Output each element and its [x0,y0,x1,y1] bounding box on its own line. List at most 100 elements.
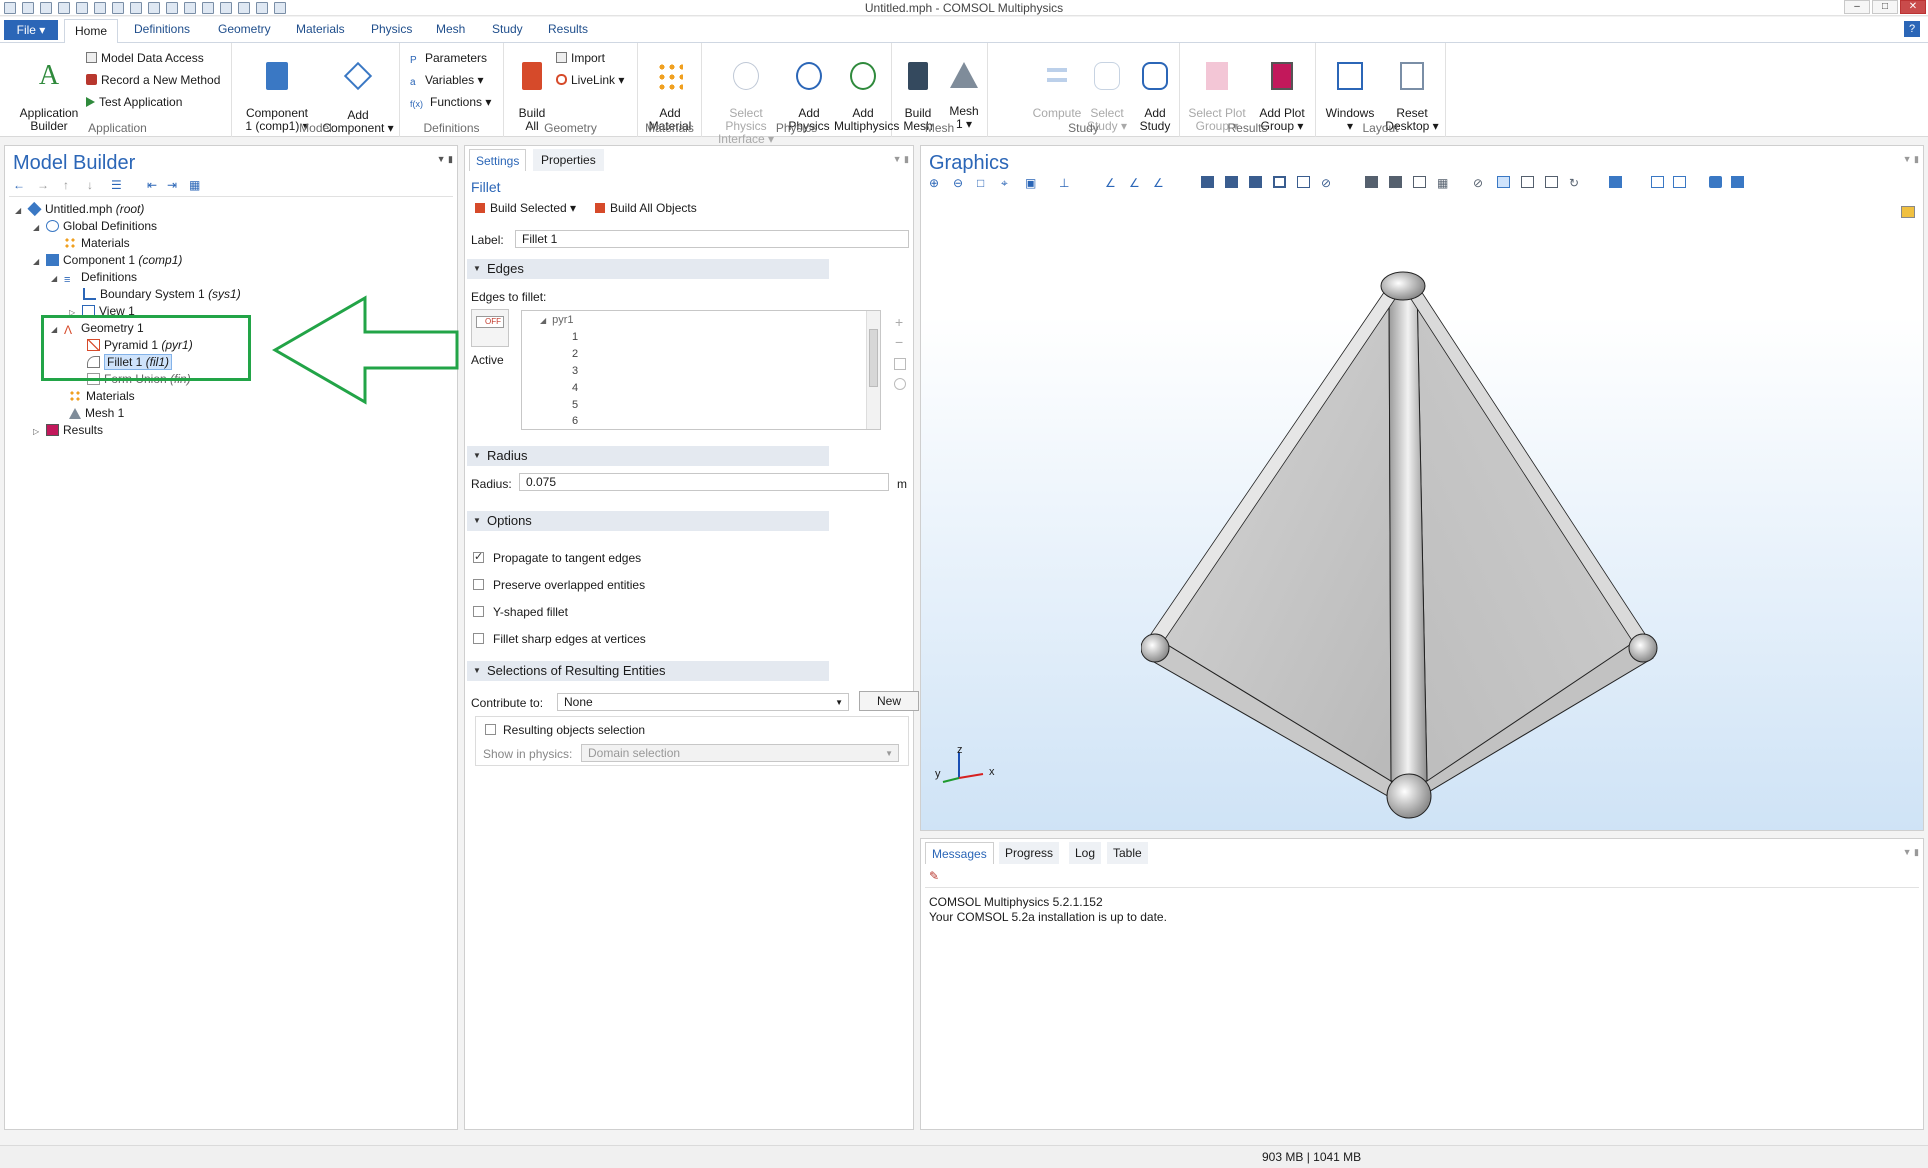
expand-arrow-icon[interactable]: ◢ [33,223,43,232]
camera-icon[interactable] [1709,176,1722,188]
tab-messages[interactable]: Messages [925,842,994,864]
clear-selection-icon[interactable] [894,358,906,370]
minimize-button[interactable]: – [1844,0,1870,14]
expand-arrow-icon[interactable]: ◢ [33,257,43,266]
hide-icon[interactable] [1365,176,1378,188]
scrollbar-thumb[interactable] [869,329,878,387]
tree-node-root[interactable]: ◢ Untitled.mph (root) [15,201,144,217]
tab-mesh[interactable]: Mesh [436,22,465,36]
tab-results[interactable]: Results [548,22,588,36]
tab-properties[interactable]: Properties [533,149,604,171]
test-application-button[interactable]: Test Application [86,95,182,109]
model-data-access-button[interactable]: Model Data Access [86,51,204,65]
zoom-to-selection-icon[interactable] [894,378,906,390]
toggle-window-icon[interactable] [1651,176,1664,188]
select-objects-icon[interactable] [1201,176,1214,188]
add-to-selection-icon[interactable]: + [895,314,903,330]
split-window-icon[interactable] [1673,176,1686,188]
clear-selection-icon[interactable]: ⊘ [1321,176,1334,190]
tree-node-boundary-system[interactable]: Boundary System 1 (sys1) [83,287,241,301]
yz-view-icon[interactable]: ∠ [1129,176,1142,190]
off-toggle-switch[interactable]: OFF [476,316,504,328]
close-button[interactable]: ✕ [1900,0,1926,14]
back-arrow-icon[interactable]: ← [13,178,26,192]
mesh1-button[interactable]: Mesh 1 ▾ [942,49,986,131]
functions-button[interactable]: f(x) Functions ▾ [410,95,491,110]
tree-node-results[interactable]: ▷ Results [33,423,103,437]
geometry-viewport[interactable] [1141,266,1741,826]
info-icon[interactable] [1901,206,1915,218]
contribute-select[interactable]: None ▼ [557,693,849,711]
forward-arrow-icon[interactable]: → [37,178,50,192]
tree-node-definitions[interactable]: ◢ ≡ Definitions [51,270,137,286]
build-selected-button[interactable]: Build Selected ▾ [475,201,576,215]
remove-from-selection-icon[interactable]: − [895,334,903,350]
expand-arrow-icon[interactable]: ◢ [540,316,546,325]
show-icon[interactable]: ☰ [111,178,124,192]
help-button[interactable]: ? [1904,21,1920,37]
list-item[interactable]: 1 [572,331,578,343]
list-item[interactable]: ◢ pyr1 [540,314,574,326]
window-layout-icon[interactable] [1609,176,1622,188]
move-up-icon[interactable]: ↑ [63,178,76,192]
zoom-extents-icon[interactable]: ▣ [1025,176,1038,190]
label-input[interactable]: Fillet 1 [515,230,909,248]
tab-log[interactable]: Log [1069,842,1102,864]
expand-arrow-icon[interactable]: ◢ [15,206,25,215]
show-icon[interactable] [1389,176,1402,188]
list-item[interactable]: 5 [572,399,578,411]
transparency-icon[interactable] [1521,176,1534,188]
resulting-objects-checkbox[interactable] [485,724,496,735]
tab-progress[interactable]: Progress [999,842,1060,864]
parameters-button[interactable]: P Parameters [410,51,487,66]
reset-view-icon[interactable]: ↻ [1569,176,1582,190]
tab-table[interactable]: Table [1107,842,1148,864]
list-item[interactable]: 6 [572,415,578,427]
record-method-button[interactable]: Record a New Method [86,73,220,87]
zoom-in-icon[interactable]: ⊕ [929,176,942,190]
grid-icon[interactable] [1545,176,1558,188]
list-item[interactable]: 3 [572,365,578,377]
preserve-overlapped-checkbox[interactable] [473,579,484,590]
tab-geometry[interactable]: Geometry [218,22,271,36]
variables-button[interactable]: a Variables ▾ [410,73,484,88]
zoom-selected-icon[interactable]: ⌖ [1001,176,1014,190]
maximize-button[interactable]: □ [1872,0,1898,14]
resulting-entities-section-header[interactable]: Selections of Resulting Entities [467,661,829,681]
zx-view-icon[interactable]: ∠ [1153,176,1166,190]
collapse-all-icon[interactable]: ⇤ [147,178,160,192]
build-all-objects-button[interactable]: Build All Objects [595,201,697,215]
panel-menu-icon[interactable]: ▼ ▮ [1903,847,1919,858]
print-icon[interactable] [1731,176,1744,188]
view-axis-icon[interactable]: ⊥ [1059,176,1072,190]
options-section-header[interactable]: Options [467,511,829,531]
expand-arrow-icon[interactable]: ▷ [33,427,43,436]
tab-materials[interactable]: Materials [296,22,345,36]
panel-menu-icon[interactable]: ▼ ▮ [893,154,909,165]
select-boundaries-icon[interactable] [1249,176,1262,188]
list-scrollbar[interactable] [866,311,880,429]
select-points-icon[interactable] [1297,176,1310,188]
tree-node-component[interactable]: ◢ Component 1 (comp1) [33,253,182,267]
active-toggle-button[interactable]: OFF [471,309,509,347]
y-shaped-fillet-checkbox[interactable] [473,606,484,617]
radius-section-header[interactable]: Radius [467,446,829,466]
tree-options-icon[interactable]: ▦ [189,178,202,192]
tab-physics[interactable]: Physics [371,22,412,36]
select-domains-icon[interactable] [1225,176,1238,188]
zoom-box-icon[interactable]: □ [977,176,990,190]
radius-input[interactable]: 0.075 [519,473,889,491]
reset-hiding-icon[interactable] [1413,176,1426,188]
import-button[interactable]: Import [556,51,605,65]
file-menu-button[interactable]: File ▾ [4,20,58,40]
tree-node-global-definitions[interactable]: ◢ Global Definitions [33,219,157,233]
tab-study[interactable]: Study [492,22,523,36]
tree-node-mesh[interactable]: Mesh 1 [69,406,124,420]
panel-menu-icon[interactable]: ▼​ ▮ [437,154,453,165]
tree-node-global-materials[interactable]: Materials [64,236,130,250]
edges-section-header[interactable]: Edges [467,259,829,279]
wireframe-icon[interactable]: ⊘ [1473,176,1486,190]
move-down-icon[interactable]: ↓ [87,178,100,192]
scene-light-icon[interactable] [1497,176,1510,188]
new-selection-button[interactable]: New [859,691,919,711]
